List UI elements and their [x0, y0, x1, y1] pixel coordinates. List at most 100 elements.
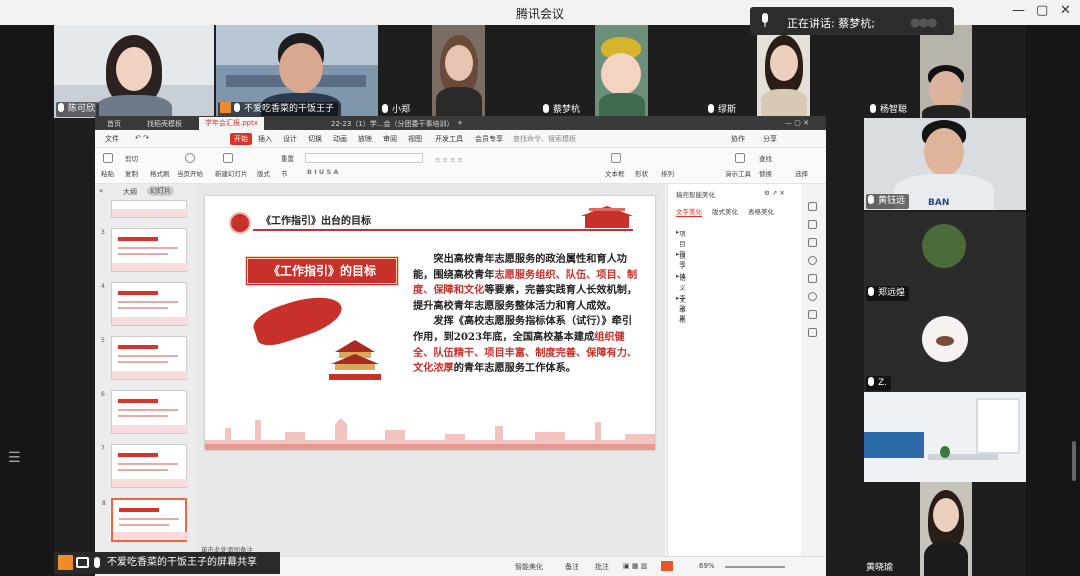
pane-item[interactable]: ▸ 文本框	[676, 294, 686, 324]
textbox-icon[interactable]	[611, 153, 621, 163]
textbox-label[interactable]: 文本框	[605, 168, 625, 178]
zoom-slider[interactable]	[725, 566, 785, 568]
tab-second-doc[interactable]: 22-23（1）学...会（分团委干事培训）	[331, 119, 453, 129]
slide-thumb-selected[interactable]: 8	[102, 498, 189, 542]
find-label[interactable]: 查找	[759, 153, 772, 163]
menu-design[interactable]: 设计	[283, 134, 297, 144]
pane-settings-icon[interactable]: ⚙ ↗ ✕	[764, 189, 785, 197]
present-tools-label[interactable]: 演示工具	[725, 168, 751, 178]
pane-item[interactable]: ▸ 项目符号	[676, 228, 686, 268]
select-label[interactable]: 选择	[795, 168, 808, 178]
video-tile-10[interactable]	[864, 392, 1026, 482]
menu-collab[interactable]: 协作	[731, 134, 745, 144]
layout-label[interactable]: 版式	[257, 168, 270, 178]
view-mode-icons[interactable]: ▣ ▦ ▥	[623, 562, 647, 570]
video-tile-7[interactable]: BAN 黄钰远	[864, 118, 1026, 210]
menu-view[interactable]: 视图	[408, 134, 422, 144]
pane-tab-layout[interactable]: 版式美化	[712, 206, 738, 216]
tool-icon[interactable]	[808, 328, 817, 337]
paste-icon[interactable]	[103, 153, 113, 163]
menu-file[interactable]: 文件	[105, 134, 119, 144]
tool-icon[interactable]	[808, 256, 817, 265]
participant-label: Z.	[866, 376, 892, 391]
menu-insert[interactable]: 插入	[258, 134, 272, 144]
tool-icon[interactable]	[808, 220, 817, 229]
cut-label[interactable]: 剪切	[125, 153, 138, 163]
slide-thumb[interactable]	[111, 200, 188, 218]
tab-templates[interactable]: 找稻壳模板	[147, 119, 182, 129]
city-skyline-graphic	[205, 418, 655, 450]
tool-icon[interactable]	[808, 274, 817, 283]
play-icon[interactable]	[185, 153, 195, 163]
menu-slideshow[interactable]: 放映	[358, 134, 372, 144]
status-comments[interactable]: 批注	[595, 562, 609, 572]
section-label[interactable]: 节	[281, 168, 288, 178]
new-slide-icon[interactable]	[223, 153, 233, 163]
outline-tab[interactable]: 大纲	[123, 187, 137, 197]
start-slide-label[interactable]: 当页开始	[177, 168, 203, 178]
menu-share[interactable]: 分享	[763, 134, 777, 144]
status-beautify[interactable]: 智能美化	[515, 562, 543, 572]
video-tile-6[interactable]	[920, 25, 972, 118]
arrange-label[interactable]: 排列	[661, 168, 674, 178]
slide-thumb[interactable]: 5	[101, 336, 188, 380]
menu-bar: 文件 ↶ ↷ 开始 插入 设计 切换 动画 放映 审阅 视图 开发工具 会员专享…	[95, 130, 826, 148]
tool-icon[interactable]	[808, 238, 817, 247]
menu-animation[interactable]: 动画	[333, 134, 347, 144]
collapse-icon[interactable]: «	[99, 187, 103, 195]
menu-dev-tools[interactable]: 开发工具	[435, 134, 463, 144]
maximize-icon[interactable]: ▢	[1036, 3, 1048, 18]
slide-thumb[interactable]: 7	[101, 444, 188, 488]
play-slideshow-icon[interactable]	[661, 561, 673, 571]
format-painter-label[interactable]: 格式刷	[150, 168, 170, 178]
close-icon[interactable]: ✕	[1060, 3, 1071, 18]
screen-share-banner[interactable]: 不爱吃香菜的干饭王子的屏幕共享	[54, 552, 280, 574]
scrollbar[interactable]	[1072, 441, 1076, 481]
more-icon[interactable]: ●●●	[910, 15, 937, 29]
video-tile-2[interactable]: 不爱吃香菜的干饭王子	[216, 25, 378, 118]
video-tile-3[interactable]	[432, 25, 485, 118]
paragraph-icons[interactable]: ≡ ≡ ≡ ≡	[435, 156, 463, 164]
tab-presentation[interactable]: 学年会汇报.pptx	[199, 117, 264, 130]
window-controls-icon[interactable]: — ▢ ✕	[785, 119, 809, 127]
menu-start[interactable]: 开始	[230, 133, 252, 145]
new-slide-label[interactable]: 新建幻灯片	[215, 168, 248, 178]
shape-label[interactable]: 形状	[635, 168, 648, 178]
present-tools-icon[interactable]	[735, 153, 745, 163]
slides-tab[interactable]: 幻灯片	[147, 186, 174, 196]
menu-member[interactable]: 会员专享	[475, 134, 503, 144]
tool-icon[interactable]	[808, 202, 817, 211]
video-tile-4[interactable]	[595, 25, 648, 118]
font-style-icons[interactable]: B I U S A	[307, 168, 338, 176]
slide-thumb[interactable]: 4	[101, 282, 188, 326]
new-tab-icon[interactable]: +	[457, 119, 463, 127]
tab-home[interactable]: 首页	[107, 119, 121, 129]
slide-canvas[interactable]: 《工作指引》出台的目标 《工作指引》的目标 突出高校青年志愿服务的政治属性和育人…	[195, 184, 665, 556]
video-tile-8[interactable]: 郑远煌	[864, 212, 1026, 302]
minimize-icon[interactable]: —	[1012, 3, 1025, 18]
copy-label[interactable]: 复制	[125, 168, 138, 178]
menu-list-icon[interactable]: ☰	[8, 450, 21, 466]
reset-label[interactable]: 重置	[281, 153, 294, 163]
video-tile-5[interactable]	[757, 25, 810, 118]
font-field[interactable]	[305, 153, 423, 163]
video-tile-9[interactable]: Z.	[864, 302, 1026, 392]
video-tile-11[interactable]	[920, 482, 972, 576]
pane-item[interactable]: ▸ 换字体	[676, 250, 686, 280]
status-notes[interactable]: 备注	[565, 562, 579, 572]
slide-thumb[interactable]: 6	[101, 390, 188, 434]
command-search[interactable]: 查找命令、搜索模板	[513, 134, 576, 144]
menu-transition[interactable]: 切换	[308, 134, 322, 144]
slide-thumb[interactable]: 3	[101, 228, 188, 272]
tool-icon[interactable]	[808, 310, 817, 319]
video-tile-1[interactable]: 陈可欣	[54, 25, 214, 118]
menu-review[interactable]: 审阅	[383, 134, 397, 144]
undo-icon[interactable]: ↶ ↷	[135, 134, 149, 142]
pane-tab-table[interactable]: 表格美化	[748, 206, 774, 216]
tool-icon[interactable]	[808, 292, 817, 301]
shared-screen[interactable]: 首页 找稻壳模板 学年会汇报.pptx 22-23（1）学...会（分团委干事培…	[95, 116, 826, 556]
pane-item[interactable]: ▸ 语义字效果	[676, 272, 686, 322]
pane-tab-text[interactable]: 文字美化	[676, 206, 702, 217]
replace-label[interactable]: 替换	[759, 168, 772, 178]
current-slide[interactable]: 《工作指引》出台的目标 《工作指引》的目标 突出高校青年志愿服务的政治属性和育人…	[205, 196, 655, 450]
